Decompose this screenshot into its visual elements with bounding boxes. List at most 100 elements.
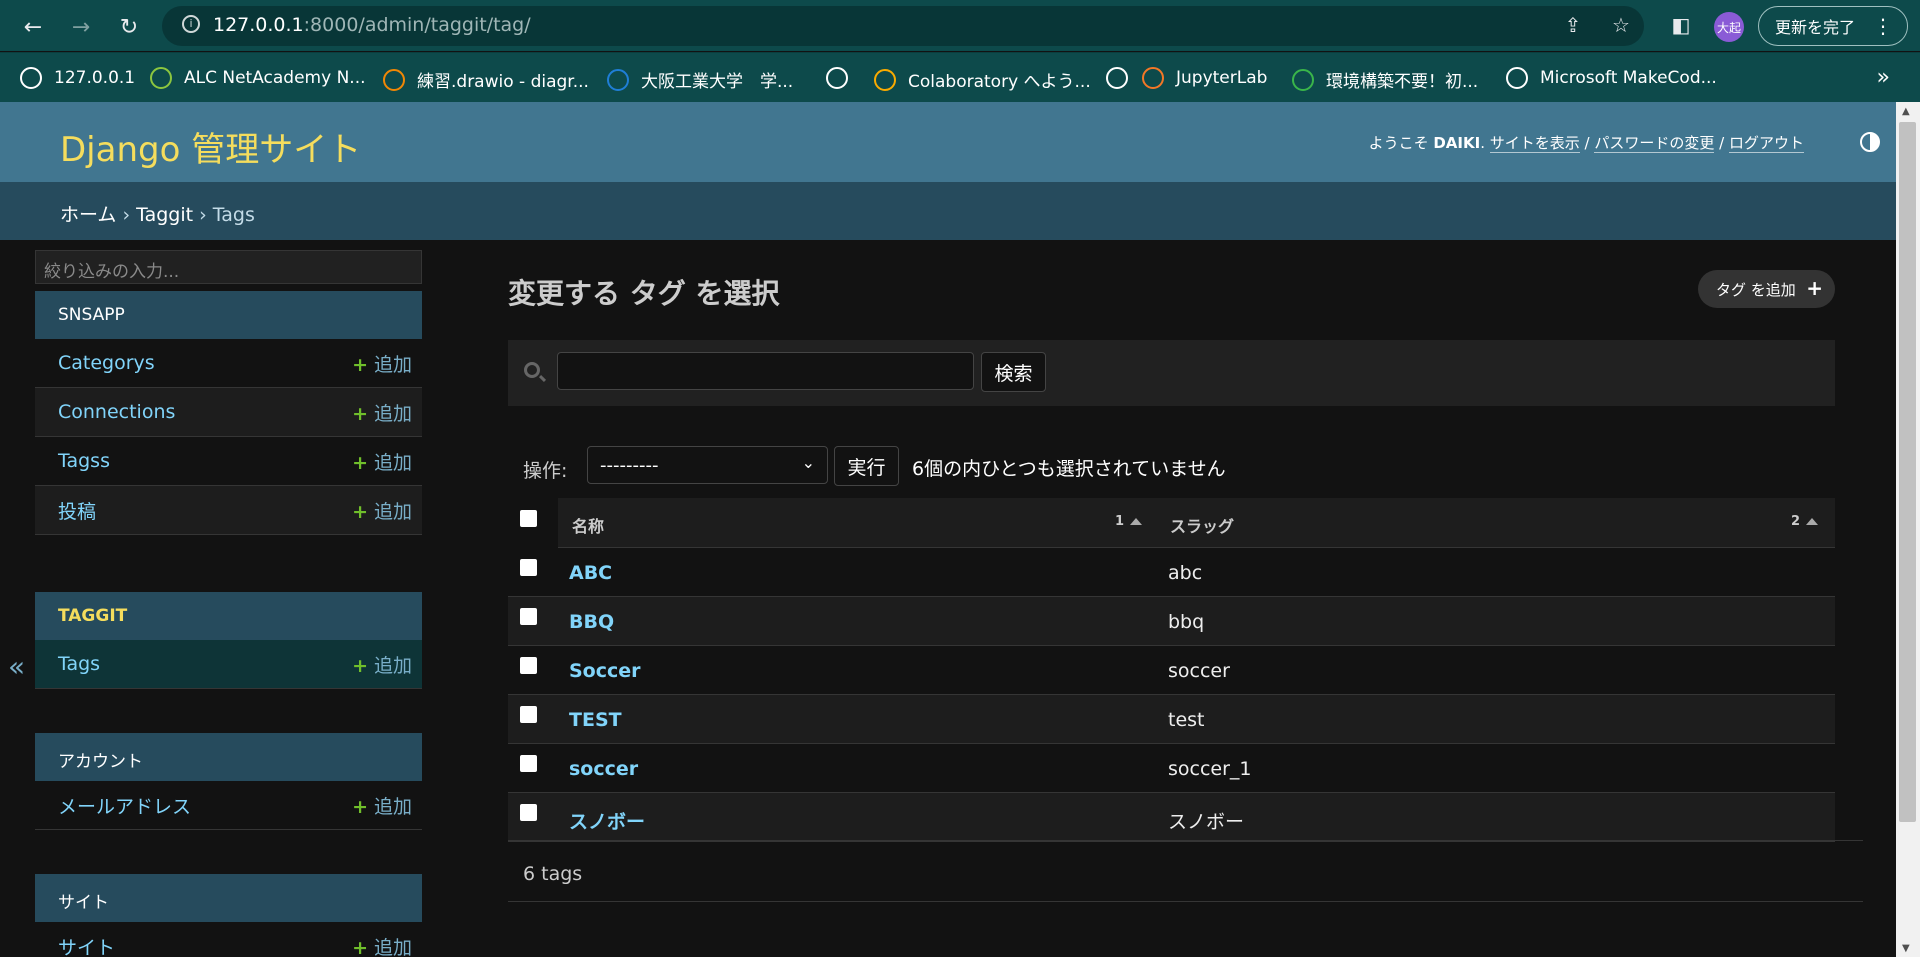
sidebar-add-link[interactable]: + 追加 [352, 399, 412, 426]
sidebar-model-link[interactable]: Tagss [58, 450, 110, 472]
sort-ascending-icon [1806, 518, 1819, 525]
row-checkbox[interactable] [520, 559, 537, 576]
app-module-caption[interactable]: SNSAPP [35, 291, 422, 339]
sort-indicator-slug[interactable]: 2 [1791, 514, 1819, 529]
update-button[interactable]: 更新を完了 ⋮ [1758, 6, 1908, 46]
bookmark-item[interactable]: 練習.drawio - diagr... [383, 67, 589, 92]
plus-icon: + [1806, 276, 1823, 300]
bookmark-item[interactable]: JupyterLab [1142, 67, 1267, 89]
row-checkbox[interactable] [520, 608, 537, 625]
column-header-slug[interactable]: スラッグ [1170, 513, 1234, 537]
sidebar-add-link[interactable]: + 追加 [352, 350, 412, 377]
sidebar-model-row: サイト + 追加 [35, 922, 422, 957]
table-row: Soccer soccer [508, 646, 1835, 695]
add-tag-button[interactable]: タグ を追加 + [1698, 270, 1835, 308]
paginator: 6 tags [508, 840, 1863, 902]
view-site-link[interactable]: サイトを表示 [1489, 134, 1580, 153]
bookmark-label: ALC NetAcademy N... [184, 68, 366, 88]
action-label: 操作: [523, 460, 568, 482]
table-row: ABC abc [508, 548, 1835, 597]
row-checkbox[interactable] [520, 804, 537, 821]
row-checkbox[interactable] [520, 755, 537, 772]
column-header-name[interactable]: 名称 [572, 513, 604, 537]
bookmark-item[interactable]: 127.0.0.1 [20, 67, 135, 89]
app-module-caption[interactable]: TAGGIT [35, 592, 422, 640]
sidebar-model-link[interactable]: Categorys [58, 352, 155, 374]
browser-toolbar: ← → ↻ i 127.0.0.1:8000/admin/taggit/tag/… [0, 0, 1920, 51]
star-icon[interactable]: ☆ [1606, 10, 1636, 40]
globe-icon [20, 67, 42, 89]
sort-ascending-icon [1130, 518, 1143, 525]
sidebar-add-link[interactable]: + 追加 [352, 792, 412, 819]
info-icon[interactable]: i [182, 15, 200, 33]
tag-name-link[interactable]: TEST [569, 709, 622, 731]
forward-arrow-icon[interactable]: → [66, 12, 96, 42]
bookmark-item[interactable]: 環境構築不要！初... [1292, 67, 1478, 92]
table-row: TEST test [508, 695, 1835, 744]
breadcrumb-current: Tags [212, 204, 255, 226]
tag-name-link[interactable]: BBQ [569, 611, 614, 633]
row-checkbox[interactable] [520, 657, 537, 674]
sidebar-model-link[interactable]: 投稿 [58, 497, 96, 524]
sidebar-add-link[interactable]: + 追加 [352, 651, 412, 678]
reload-icon[interactable]: ↻ [114, 12, 144, 42]
sidebar-model-row: Categorys + 追加 [35, 339, 422, 388]
bookmark-item[interactable] [826, 67, 860, 89]
scroll-down-arrow-icon[interactable]: ▼ [1902, 943, 1910, 954]
back-arrow-icon[interactable]: ← [18, 12, 48, 42]
password-change-link[interactable]: パスワードの変更 [1594, 134, 1715, 153]
tag-name-link[interactable]: Soccer [569, 660, 641, 682]
toggle-sidebar-button[interactable]: « [0, 240, 35, 957]
search-icon [524, 362, 540, 378]
bookmark-label: 大阪工業大学 学... [641, 72, 794, 92]
sidebar-add-label: 追加 [373, 353, 412, 376]
plus-icon: + [352, 936, 368, 957]
sidebar-add-link[interactable]: + 追加 [352, 933, 412, 957]
search-button[interactable]: 検索 [981, 352, 1046, 392]
sidebar-add-link[interactable]: + 追加 [352, 497, 412, 524]
bookmark-item[interactable]: Microsoft MakeCod... [1506, 67, 1717, 89]
user-tools-sep: . [1480, 134, 1490, 152]
share-icon[interactable]: ⇪ [1558, 10, 1588, 40]
search-input[interactable] [557, 352, 974, 390]
scroll-up-arrow-icon[interactable]: ▲ [1902, 106, 1910, 117]
bookmark-item[interactable]: Colaboratory へよう... [874, 67, 1091, 92]
sidebar-model-link[interactable]: サイト [58, 933, 115, 957]
bookmark-label: 練習.drawio - diagr... [417, 72, 589, 92]
sidebar-add-link[interactable]: + 追加 [352, 448, 412, 475]
go-button[interactable]: 実行 [834, 446, 899, 486]
bookmarks-overflow-icon[interactable]: » [1877, 65, 1890, 90]
bookmark-item[interactable]: ALC NetAcademy N... [150, 67, 366, 89]
logout-link[interactable]: ログアウト [1728, 134, 1804, 153]
row-checkbox[interactable] [520, 706, 537, 723]
bookmark-item[interactable] [1106, 67, 1140, 89]
table-row: BBQ bbq [508, 597, 1835, 646]
breadcrumb-app[interactable]: Taggit [136, 204, 193, 226]
nav-filter-input[interactable]: 絞り込みの入力... [35, 250, 422, 284]
bookmark-label: Colaboratory へよう... [908, 72, 1091, 92]
sidebar-add-label: 追加 [373, 936, 412, 957]
theme-toggle-icon[interactable] [1860, 132, 1880, 152]
tag-slug: bbq [1168, 611, 1205, 633]
tag-name-link[interactable]: ABC [569, 562, 612, 584]
sidebar-model-link[interactable]: Connections [58, 401, 175, 423]
app-module-caption[interactable]: アカウント [35, 733, 422, 781]
bookmarks-bar: 127.0.0.1 ALC NetAcademy N... 練習.drawio - … [0, 52, 1920, 102]
jupyter-icon [1142, 67, 1164, 89]
page-scrollbar-thumb[interactable] [1899, 122, 1916, 822]
table-row: soccer soccer_1 [508, 744, 1835, 793]
select-all-checkbox[interactable] [520, 510, 537, 527]
app-module-caption[interactable]: サイト [35, 874, 422, 922]
sidebar-model-link[interactable]: Tags [58, 653, 100, 675]
avatar[interactable]: 大起 [1714, 12, 1744, 42]
action-select[interactable]: --------- ⌄ [587, 446, 828, 484]
breadcrumb-home[interactable]: ホーム [60, 204, 116, 226]
tag-name-link[interactable]: soccer [569, 758, 638, 780]
side-panel-icon[interactable]: ◧ [1666, 10, 1696, 40]
site-branding[interactable]: Django 管理サイト [60, 122, 361, 171]
bookmark-item[interactable]: 大阪工業大学 学... [607, 67, 793, 92]
sidebar-model-link[interactable]: メールアドレス [58, 792, 191, 819]
sort-indicator-name[interactable]: 1 [1115, 514, 1143, 529]
tag-name-link[interactable]: スノボー [569, 807, 645, 834]
globe-icon [1106, 67, 1128, 89]
